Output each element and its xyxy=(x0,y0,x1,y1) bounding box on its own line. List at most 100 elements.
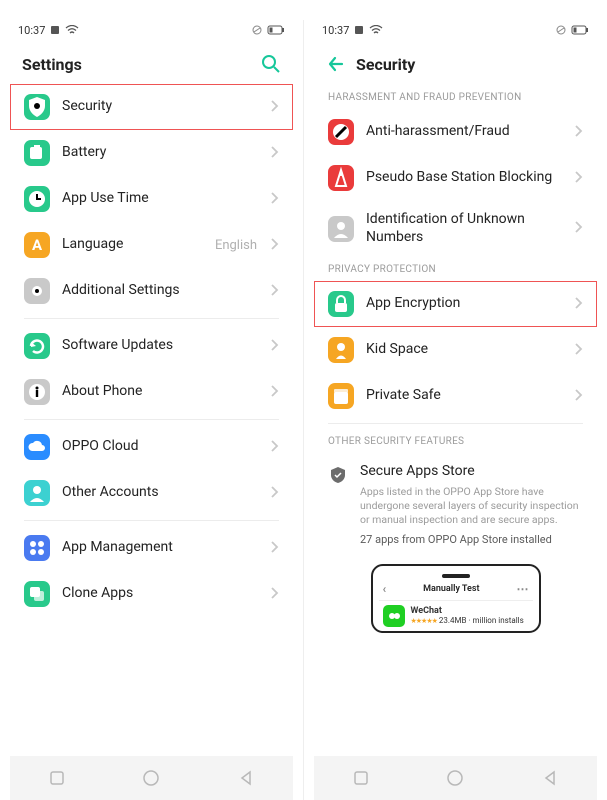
chevron-right-icon xyxy=(573,295,583,314)
mock-back-icon: ‹ xyxy=(383,582,387,596)
divider xyxy=(24,419,279,420)
copy-icon xyxy=(24,581,50,607)
row-label: Kid Space xyxy=(366,341,561,359)
child-icon xyxy=(328,337,354,363)
vibrate-icon xyxy=(353,25,365,35)
page-title: Security xyxy=(356,55,415,74)
mock-more-icon: ⋯ xyxy=(517,582,529,596)
row-unknown[interactable]: Identification of Unknown Numbers xyxy=(314,201,597,256)
battery-icon xyxy=(571,25,589,35)
nav-bar xyxy=(314,756,597,800)
box-icon xyxy=(328,383,354,409)
info-icon xyxy=(24,379,50,405)
row-appenc[interactable]: App Encryption xyxy=(314,281,597,327)
row-about[interactable]: About Phone xyxy=(10,369,293,415)
nav-back[interactable] xyxy=(541,769,559,787)
chevron-right-icon xyxy=(573,219,583,238)
row-value: English xyxy=(215,238,257,253)
chevron-right-icon xyxy=(573,341,583,360)
battery-icon xyxy=(267,25,285,35)
row-kidspace[interactable]: Kid Space xyxy=(314,327,597,373)
mock-title: Manually Test xyxy=(423,584,479,594)
chevron-right-icon xyxy=(573,169,583,188)
security-pane: 10:37 Security HARASSMENT AND FRAUD PREV… xyxy=(314,20,597,800)
clock: 10:37 xyxy=(322,24,349,37)
row-label: Pseudo Base Station Blocking xyxy=(366,169,561,187)
section-privacy: PRIVACY PROTECTION xyxy=(314,256,597,281)
row-private[interactable]: Private Safe xyxy=(314,373,597,419)
person-icon xyxy=(24,480,50,506)
wifi-icon xyxy=(369,25,383,35)
chevron-right-icon xyxy=(269,585,279,604)
row-battery[interactable]: Battery xyxy=(10,130,293,176)
row-updates[interactable]: Software Updates xyxy=(10,323,293,369)
dnd-icon xyxy=(555,25,567,35)
row-label: Identification of Unknown Numbers xyxy=(366,211,561,246)
nav-back[interactable] xyxy=(237,769,255,787)
chevron-right-icon xyxy=(269,190,279,209)
chevron-right-icon xyxy=(269,337,279,356)
row-label: Other Accounts xyxy=(62,484,257,502)
chevron-right-icon xyxy=(269,539,279,558)
row-security[interactable]: Security xyxy=(10,84,293,130)
battery-icon xyxy=(24,140,50,166)
row-accts[interactable]: Other Accounts xyxy=(10,470,293,516)
search-icon[interactable] xyxy=(261,54,281,74)
row-label: App Management xyxy=(62,539,257,557)
divider xyxy=(328,423,583,424)
pane-divider xyxy=(303,20,304,800)
row-clone[interactable]: Clone Apps xyxy=(10,571,293,617)
row-label: App Encryption xyxy=(366,295,561,313)
nav-bar xyxy=(10,756,293,800)
tower-icon xyxy=(328,165,354,191)
nav-recents[interactable] xyxy=(352,769,370,787)
section-other: OTHER SECURITY FEATURES xyxy=(314,428,597,453)
section-harassment: HARASSMENT AND FRAUD PREVENTION xyxy=(314,84,597,109)
row-label: Anti-harassment/Fraud xyxy=(366,123,561,141)
dnd-icon xyxy=(251,25,263,35)
row-language[interactable]: A Language English xyxy=(10,222,293,268)
row-additional[interactable]: Additional Settings xyxy=(10,268,293,314)
mock-app-sub: 23.4MB · million installs xyxy=(439,616,524,625)
chevron-right-icon xyxy=(269,438,279,457)
chevron-right-icon xyxy=(269,383,279,402)
nav-home[interactable] xyxy=(446,769,464,787)
divider xyxy=(24,318,279,319)
nav-home[interactable] xyxy=(142,769,160,787)
row-label: Language xyxy=(62,236,203,254)
secure-title: Secure Apps Store xyxy=(360,463,583,481)
secure-desc: Apps listed in the OPPO App Store have u… xyxy=(360,485,583,528)
row-appmgmt[interactable]: App Management xyxy=(10,525,293,571)
back-icon[interactable] xyxy=(326,54,346,74)
row-apptime[interactable]: App Use Time xyxy=(10,176,293,222)
chevron-right-icon xyxy=(269,484,279,503)
row-label: App Use Time xyxy=(62,190,257,208)
phone-mockup: ‹ Manually Test ⋯ WeChat ★★★★★ 23.4MB · … xyxy=(371,564,541,633)
grid-icon xyxy=(24,535,50,561)
shield-check-icon xyxy=(328,465,348,485)
row-pseudo[interactable]: Pseudo Base Station Blocking xyxy=(314,155,597,201)
row-label: About Phone xyxy=(62,383,257,401)
row-cloud[interactable]: OPPO Cloud xyxy=(10,424,293,470)
lock-icon xyxy=(328,291,354,317)
settings-header: Settings xyxy=(10,48,293,84)
secure-apps-store[interactable]: Secure Apps Store Apps listed in the OPP… xyxy=(314,453,597,556)
page-title: Settings xyxy=(22,55,82,74)
row-label: OPPO Cloud xyxy=(62,438,257,456)
chevron-right-icon xyxy=(269,98,279,117)
svg-text:A: A xyxy=(32,236,43,254)
row-label: Clone Apps xyxy=(62,585,257,603)
nav-recents[interactable] xyxy=(48,769,66,787)
chevron-right-icon xyxy=(573,123,583,142)
status-bar: 10:37 xyxy=(314,20,597,40)
chevron-right-icon xyxy=(269,282,279,301)
wifi-icon xyxy=(65,25,79,35)
row-label: Private Safe xyxy=(366,387,561,405)
settings-pane: 10:37 Settings SecurityBattery App Use Ti… xyxy=(10,20,293,800)
clock: 10:37 xyxy=(18,24,45,37)
status-bar: 10:37 xyxy=(10,20,293,40)
chevron-right-icon xyxy=(573,387,583,406)
person-icon xyxy=(328,216,354,242)
row-antiharass[interactable]: Anti-harassment/Fraud xyxy=(314,109,597,155)
row-label: Additional Settings xyxy=(62,282,257,300)
